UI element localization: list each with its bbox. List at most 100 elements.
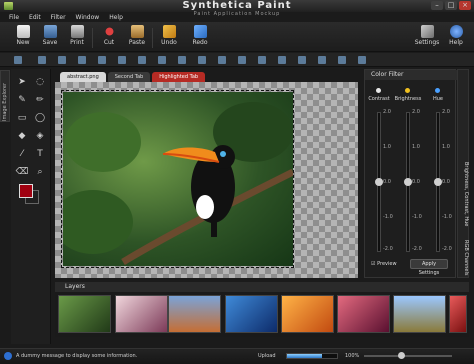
new-button[interactable]: New <box>11 24 35 46</box>
hue-tick: 1.0 <box>442 144 450 150</box>
brightness-tick: 0.0 <box>412 179 420 185</box>
new-file-icon <box>16 25 30 38</box>
pencil-icon[interactable]: ✏ <box>33 93 47 107</box>
redo-button[interactable]: Redo <box>188 24 212 46</box>
send-back-icon[interactable] <box>338 56 346 64</box>
brush-icon[interactable]: ✎ <box>15 93 29 107</box>
menu-edit[interactable]: Edit <box>29 13 41 22</box>
settings-button[interactable]: Settings <box>413 24 441 46</box>
layer-thumbnail[interactable] <box>393 295 446 333</box>
align-right-icon[interactable] <box>78 56 86 64</box>
maximize-button[interactable]: □ <box>445 1 457 10</box>
undo-arrow-icon <box>162 25 176 38</box>
brightness-tick: -1.0 <box>412 214 422 220</box>
menu-window[interactable]: Window <box>76 13 100 22</box>
brightness-icon <box>405 88 410 93</box>
preview-checkbox[interactable]: ☑ Preview <box>371 261 397 267</box>
close-button[interactable]: × <box>459 1 471 10</box>
save-button[interactable]: Save <box>38 24 62 46</box>
layer-thumbnail[interactable] <box>281 295 334 333</box>
toolbar-separator <box>92 28 93 48</box>
contrast-tick: 0.0 <box>383 179 391 185</box>
align-bottom-icon[interactable] <box>138 56 146 64</box>
print-button[interactable]: Print <box>65 24 89 46</box>
help-button[interactable]: Help <box>444 24 468 46</box>
brightness-tick: -2.0 <box>412 246 422 252</box>
zoom-icon[interactable]: ⌕ <box>33 165 47 179</box>
rotate-right-icon[interactable] <box>258 56 266 64</box>
group-icon[interactable] <box>278 56 286 64</box>
clipboard-icon <box>130 25 144 38</box>
settings-icon <box>420 25 434 38</box>
foreground-color-swatch[interactable] <box>19 184 33 198</box>
lasso-icon[interactable]: ◌ <box>33 75 47 89</box>
undo-label: Undo <box>161 39 177 46</box>
layer-thumbnail[interactable] <box>115 295 168 333</box>
zoom-slider[interactable] <box>364 355 452 357</box>
image-explorer-tab[interactable]: Image Explorer <box>0 70 10 122</box>
upload-label: Upload <box>258 353 276 359</box>
layer-thumbnail[interactable] <box>337 295 390 333</box>
layer-thumbnail[interactable] <box>225 295 278 333</box>
align-center-icon[interactable] <box>58 56 66 64</box>
scissors-icon <box>102 25 116 38</box>
upload-progress-fill <box>287 354 322 358</box>
distribute-icon[interactable] <box>158 56 166 64</box>
preview-label: Preview <box>377 261 397 267</box>
fill-bucket-icon[interactable]: ◆ <box>15 129 29 143</box>
right-tab-strip: Brightness, Contrast, Hue RGB Channels <box>457 69 469 278</box>
select-arrow-icon[interactable]: ➤ <box>15 75 29 89</box>
tab-highlighted[interactable]: Highlighted Tab <box>152 72 206 82</box>
text-icon[interactable]: T <box>33 147 47 161</box>
gradient-icon[interactable]: ◈ <box>33 129 47 143</box>
flip-horizontal-icon[interactable] <box>198 56 206 64</box>
tab-second[interactable]: Second Tab <box>107 72 151 82</box>
ellipse-icon[interactable]: ◯ <box>33 111 47 125</box>
rectangle-icon[interactable]: ▭ <box>15 111 29 125</box>
zoom-level: 100% <box>345 353 360 359</box>
print-icon <box>70 25 84 38</box>
flip-vertical-icon[interactable] <box>218 56 226 64</box>
tab-rgb-channels[interactable]: RGB Channels <box>463 240 469 276</box>
status-message: A dummy message to display some informat… <box>16 353 138 359</box>
cut-button[interactable]: Cut <box>97 24 121 46</box>
rotate-left-icon[interactable] <box>238 56 246 64</box>
redo-arrow-icon <box>193 25 207 38</box>
tab-abstract[interactable]: abstract.png <box>60 72 106 82</box>
lock-icon[interactable] <box>358 56 366 64</box>
document-tabs: abstract.png Second Tab Highlighted Tab <box>60 72 206 82</box>
layer-thumbnail[interactable] <box>168 295 221 333</box>
menu-file[interactable]: File <box>9 13 19 22</box>
menu-bar: File Edit Filter Window Help <box>0 13 474 22</box>
help-icon <box>449 25 463 38</box>
menu-help[interactable]: Help <box>109 13 123 22</box>
window-controls: – □ × <box>431 1 471 10</box>
minimize-button[interactable]: – <box>431 1 443 10</box>
arrow-tool-icon[interactable] <box>14 56 22 64</box>
tab-brightness-contrast-hue[interactable]: Brightness, Contrast, Hue <box>463 162 469 226</box>
brightness-tick: 1.0 <box>412 144 420 150</box>
undo-button[interactable]: Undo <box>157 24 181 46</box>
layer-thumbnail[interactable] <box>449 295 467 333</box>
align-top-icon[interactable] <box>98 56 106 64</box>
ungroup-icon[interactable] <box>298 56 306 64</box>
color-filter-panel: Color Filter Contrast Brightness Hue 2.0… <box>364 69 457 278</box>
menu-filter[interactable]: Filter <box>51 13 66 22</box>
distribute-vertical-icon[interactable] <box>178 56 186 64</box>
zoom-slider-thumb[interactable] <box>398 352 405 359</box>
align-middle-icon[interactable] <box>118 56 126 64</box>
eraser-icon[interactable]: ⌫ <box>15 165 29 179</box>
brightness-label: Brightness <box>394 96 422 102</box>
hue-slider-thumb[interactable] <box>434 178 442 186</box>
bring-front-icon[interactable] <box>318 56 326 64</box>
eyedropper-icon[interactable]: ⁄ <box>15 147 29 161</box>
align-left-icon[interactable] <box>38 56 46 64</box>
layer-thumbnail[interactable] <box>58 295 111 333</box>
brightness-slider-thumb[interactable] <box>404 178 412 186</box>
selection-marquee[interactable] <box>61 90 294 268</box>
apply-settings-button[interactable]: Apply Settings <box>410 259 448 276</box>
toolbar-separator <box>152 28 153 48</box>
paste-button[interactable]: Paste <box>125 24 149 46</box>
contrast-slider-thumb[interactable] <box>375 178 383 186</box>
contrast-icon <box>376 88 381 93</box>
